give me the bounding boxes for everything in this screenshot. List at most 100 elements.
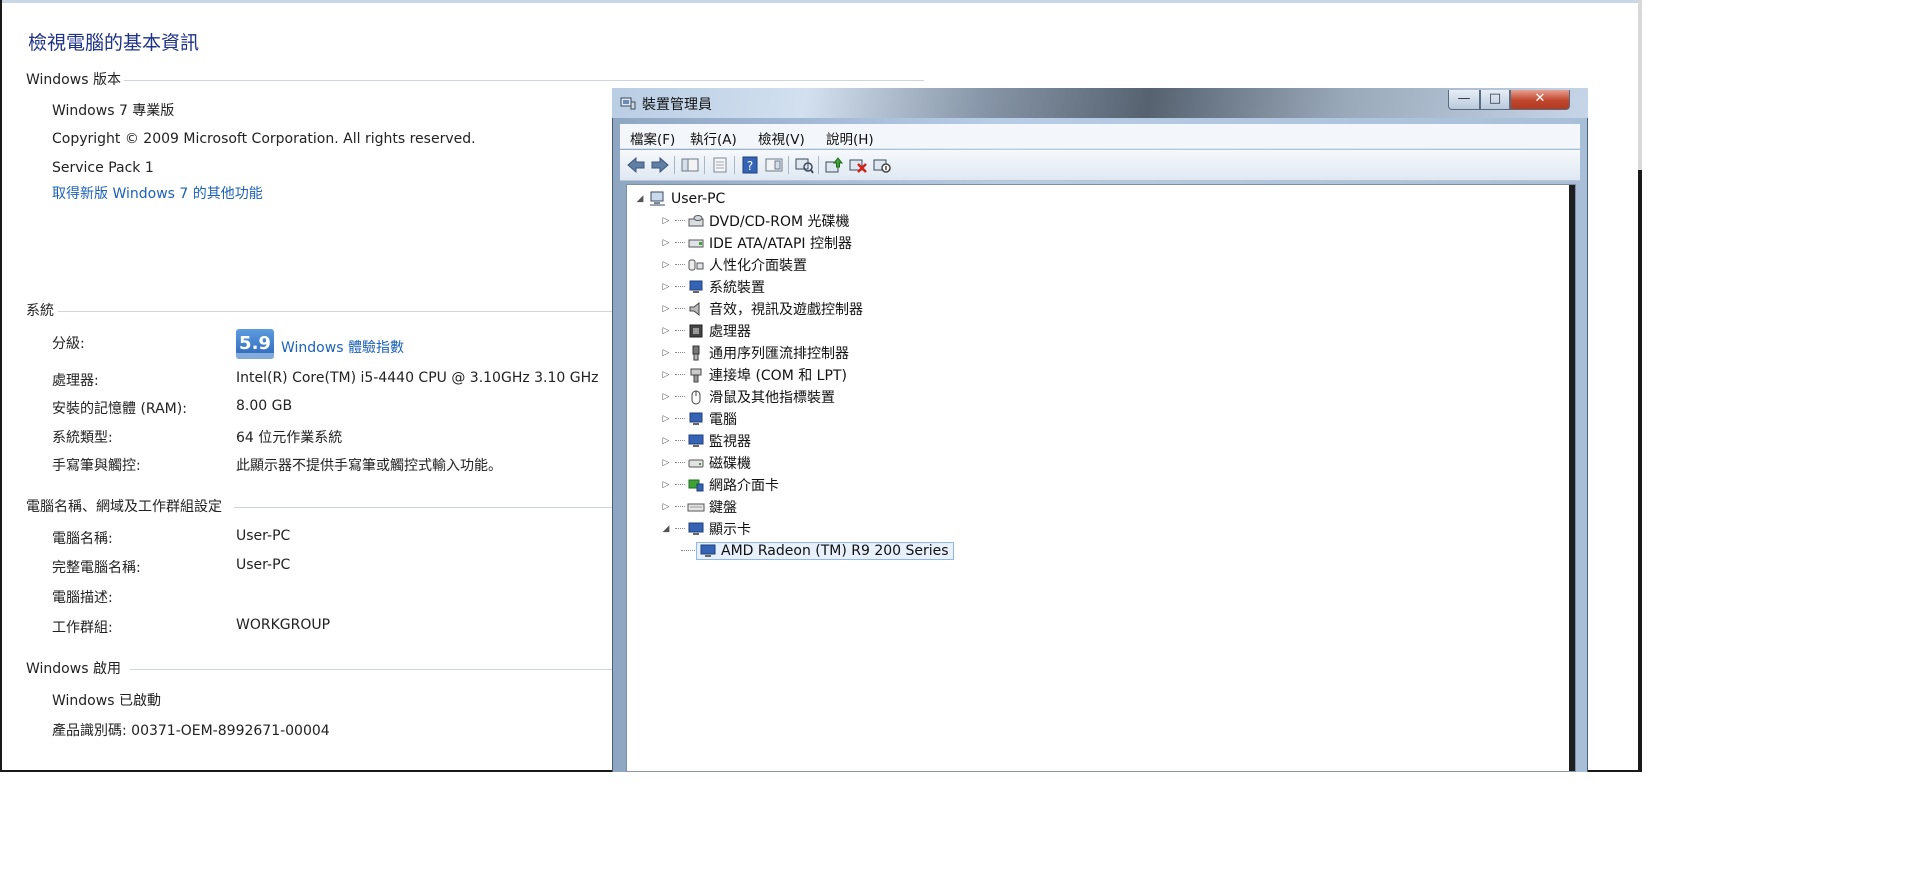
tree-category-label: IDE ATA/ATAPI 控制器: [709, 236, 853, 252]
expand-arrow-icon[interactable]: ▷: [661, 260, 671, 270]
computer-name-label: 電腦名稱:: [52, 531, 113, 547]
tree-category[interactable]: ▷ 鍵盤: [661, 497, 737, 517]
view-icon[interactable]: [764, 156, 784, 174]
workgroup-value: WORKGROUP: [236, 617, 331, 633]
activation-status: Windows 已啟動: [52, 693, 161, 709]
service-pack: Service Pack 1: [52, 160, 154, 176]
monitor-icon: [687, 433, 705, 449]
tree-device-node[interactable]: AMD Radeon (TM) R9 200 Series: [681, 541, 954, 561]
tree-category-label: 音效，視訊及遊戲控制器: [709, 302, 863, 318]
expand-arrow-icon[interactable]: ▷: [661, 348, 671, 358]
expand-arrow-icon[interactable]: ▷: [661, 502, 671, 512]
menu-bar: 檔案(F) 執行(A) 檢視(V) 說明(H): [620, 124, 1580, 149]
menu-help[interactable]: 說明(H): [826, 128, 874, 148]
tree-category[interactable]: ▷ 系統裝置: [661, 277, 765, 297]
top-border: [2, 0, 1640, 3]
pen-touch-label: 手寫筆與觸控:: [52, 458, 141, 474]
upgrade-windows-link[interactable]: 取得新版 Windows 7 的其他功能: [52, 183, 263, 203]
tree-category[interactable]: ▷ 監視器: [661, 431, 751, 451]
selected-device[interactable]: AMD Radeon (TM) R9 200 Series: [696, 542, 954, 560]
computer-name-heading: 電腦名稱、網域及工作群組設定: [26, 499, 222, 515]
expand-arrow-icon[interactable]: ▷: [661, 436, 671, 446]
processor-value: Intel(R) Core(TM) i5-4440 CPU @ 3.10GHz …: [236, 370, 599, 386]
full-computer-name-value: User-PC: [236, 557, 291, 573]
expand-arrow-icon[interactable]: ▷: [661, 216, 671, 226]
tree-category[interactable]: ▷ 連接埠 (COM 和 LPT): [661, 365, 847, 385]
tree-category[interactable]: ▷ 人性化介面裝置: [661, 255, 807, 275]
device-label: AMD Radeon (TM) R9 200 Series: [721, 543, 949, 559]
device-manager-window[interactable]: 裝置管理員 — □ ✕ 檔案(F) 執行(A) 檢視(V) 說明(H) ? ◢ …: [612, 88, 1588, 772]
tree-category-expanded[interactable]: ◢ 顯示卡: [661, 519, 751, 539]
tree-category[interactable]: ▷ 滑鼠及其他指標裝置: [661, 387, 835, 407]
hid-device-icon: [687, 257, 705, 273]
expand-arrow-icon[interactable]: ▷: [661, 304, 671, 314]
console-tree-icon[interactable]: [680, 156, 700, 174]
tree-category-label: 電腦: [709, 412, 737, 428]
full-computer-name-label: 完整電腦名稱:: [52, 560, 141, 576]
title-bar[interactable]: 裝置管理員 — □ ✕: [612, 88, 1588, 118]
usb-icon: [687, 345, 705, 361]
tree-category-label: 人性化介面裝置: [709, 258, 807, 274]
tree-root-label: User-PC: [671, 191, 726, 207]
tree-category-label: 通用序列匯流排控制器: [709, 346, 849, 362]
product-id: 產品識別碼: 00371-OEM-8992671-00004: [52, 723, 330, 739]
copyright-text: Copyright © 2009 Microsoft Corporation. …: [52, 131, 476, 147]
tree-category-label: 鍵盤: [709, 500, 737, 516]
minimize-button[interactable]: —: [1448, 90, 1480, 110]
tree-root-node[interactable]: ◢ User-PC: [635, 189, 726, 209]
disable-icon[interactable]: [872, 156, 892, 174]
toolbar-separator: [704, 156, 705, 174]
update-driver-icon[interactable]: [824, 156, 844, 174]
tree-category[interactable]: ▷ 磁碟機: [661, 453, 751, 473]
tree-category[interactable]: ▷ 通用序列匯流排控制器: [661, 343, 849, 363]
experience-index-badge[interactable]: 5.9: [236, 329, 274, 359]
collapse-arrow-icon[interactable]: ◢: [661, 524, 671, 534]
expand-arrow-icon[interactable]: ▷: [661, 282, 671, 292]
tree-category[interactable]: ▷ 電腦: [661, 409, 737, 429]
ide-controller-icon: [687, 235, 705, 251]
help-icon[interactable]: ?: [740, 156, 760, 174]
tree-category[interactable]: ▷ 處理器: [661, 321, 751, 341]
section-divider: [124, 80, 924, 81]
tree-category[interactable]: ▷ 網路介面卡: [661, 475, 779, 495]
toolbar: ?: [620, 150, 1580, 181]
expand-arrow-icon[interactable]: ▷: [661, 326, 671, 336]
menu-view[interactable]: 檢視(V): [758, 128, 805, 148]
keyboard-icon: [687, 499, 705, 515]
processor-label: 處理器:: [52, 373, 99, 389]
expand-arrow-icon[interactable]: ▷: [661, 480, 671, 490]
tree-category-label: 網路介面卡: [709, 478, 779, 494]
forward-arrow-icon[interactable]: [650, 156, 670, 174]
menu-action[interactable]: 執行(A): [690, 128, 737, 148]
expand-arrow-icon[interactable]: ▷: [661, 458, 671, 468]
toolbar-separator: [788, 156, 789, 174]
close-button[interactable]: ✕: [1510, 90, 1570, 110]
mouse-icon: [687, 389, 705, 405]
menu-file[interactable]: 檔案(F): [630, 128, 675, 148]
collapse-arrow-icon[interactable]: ◢: [635, 194, 645, 204]
expand-arrow-icon[interactable]: ▷: [661, 392, 671, 402]
maximize-button[interactable]: □: [1480, 90, 1510, 110]
expand-arrow-icon[interactable]: ▷: [661, 238, 671, 248]
uninstall-icon[interactable]: [848, 156, 868, 174]
section-divider: [130, 669, 614, 670]
device-tree[interactable]: ◢ User-PC ▷ DVD/CD-ROM 光碟機 ▷ IDE ATA/ATA…: [626, 184, 1576, 772]
system-type-value: 64 位元作業系統: [236, 430, 343, 446]
tree-category[interactable]: ▷ IDE ATA/ATAPI 控制器: [661, 233, 852, 253]
back-arrow-icon[interactable]: [626, 156, 646, 174]
toolbar-separator: [818, 156, 819, 174]
tree-edge: [1569, 185, 1575, 772]
status-bar-edge: [627, 771, 1575, 772]
display-adapter-icon: [699, 543, 717, 559]
properties-icon[interactable]: [710, 156, 730, 174]
window-title: 裝置管理員: [642, 97, 712, 113]
scan-hardware-icon[interactable]: [794, 156, 814, 174]
tree-category[interactable]: ▷ DVD/CD-ROM 光碟機: [661, 211, 850, 231]
activation-heading: Windows 啟用: [26, 661, 121, 677]
page-title: 檢視電腦的基本資訊: [28, 32, 200, 54]
expand-arrow-icon[interactable]: ▷: [661, 414, 671, 424]
expand-arrow-icon[interactable]: ▷: [661, 370, 671, 380]
experience-index-link[interactable]: Windows 體驗指數: [281, 337, 404, 357]
tree-category[interactable]: ▷ 音效，視訊及遊戲控制器: [661, 299, 863, 319]
tree-category-label: DVD/CD-ROM 光碟機: [709, 214, 850, 230]
